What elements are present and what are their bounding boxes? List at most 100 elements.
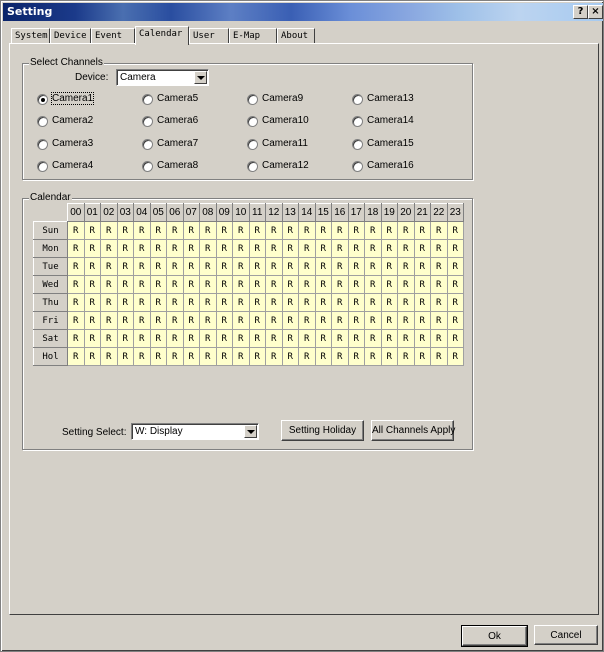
schedule-cell[interactable]: R: [149, 293, 167, 312]
schedule-cell[interactable]: R: [67, 329, 85, 348]
schedule-cell[interactable]: R: [83, 221, 101, 240]
schedule-cell[interactable]: R: [67, 257, 85, 276]
radio-label-camera15[interactable]: Camera15: [367, 138, 414, 149]
schedule-cell[interactable]: R: [430, 275, 448, 294]
schedule-cell[interactable]: R: [232, 275, 250, 294]
schedule-cell[interactable]: R: [331, 275, 349, 294]
schedule-cell[interactable]: R: [331, 221, 349, 240]
schedule-cell[interactable]: R: [199, 311, 217, 330]
schedule-cell[interactable]: R: [281, 311, 299, 330]
schedule-cell[interactable]: R: [199, 293, 217, 312]
schedule-cell[interactable]: R: [397, 311, 415, 330]
schedule-cell[interactable]: R: [314, 347, 332, 366]
schedule-cell[interactable]: R: [133, 293, 151, 312]
schedule-cell[interactable]: R: [182, 329, 200, 348]
hour-header[interactable]: 23: [446, 203, 464, 222]
schedule-cell[interactable]: R: [413, 257, 431, 276]
schedule-cell[interactable]: R: [298, 257, 316, 276]
radio-camera3[interactable]: [37, 139, 48, 150]
schedule-cell[interactable]: R: [298, 221, 316, 240]
schedule-cell[interactable]: R: [413, 221, 431, 240]
schedule-cell[interactable]: R: [215, 311, 233, 330]
schedule-cell[interactable]: R: [364, 347, 382, 366]
schedule-cell[interactable]: R: [83, 257, 101, 276]
radio-label-camera5[interactable]: Camera5: [157, 93, 198, 104]
schedule-cell[interactable]: R: [215, 257, 233, 276]
schedule-cell[interactable]: R: [364, 311, 382, 330]
schedule-cell[interactable]: R: [314, 257, 332, 276]
schedule-cell[interactable]: R: [100, 311, 118, 330]
day-header[interactable]: Mon: [33, 239, 68, 258]
schedule-cell[interactable]: R: [397, 347, 415, 366]
hour-header[interactable]: 03: [116, 203, 134, 222]
schedule-cell[interactable]: R: [380, 221, 398, 240]
hour-header[interactable]: 09: [215, 203, 233, 222]
schedule-cell[interactable]: R: [232, 221, 250, 240]
radio-camera4[interactable]: [37, 161, 48, 172]
schedule-cell[interactable]: R: [83, 347, 101, 366]
radio-label-camera1[interactable]: Camera1: [50, 92, 95, 105]
schedule-cell[interactable]: R: [199, 329, 217, 348]
schedule-cell[interactable]: R: [149, 239, 167, 258]
day-header[interactable]: Tue: [33, 257, 68, 276]
schedule-cell[interactable]: R: [166, 239, 184, 258]
schedule-cell[interactable]: R: [232, 347, 250, 366]
schedule-cell[interactable]: R: [116, 275, 134, 294]
schedule-cell[interactable]: R: [83, 275, 101, 294]
radio-label-camera10[interactable]: Camera10: [262, 115, 309, 126]
schedule-cell[interactable]: R: [314, 329, 332, 348]
schedule-cell[interactable]: R: [215, 221, 233, 240]
radio-camera16[interactable]: [352, 161, 363, 172]
schedule-cell[interactable]: R: [166, 257, 184, 276]
schedule-cell[interactable]: R: [199, 221, 217, 240]
schedule-cell[interactable]: R: [199, 257, 217, 276]
schedule-cell[interactable]: R: [248, 257, 266, 276]
schedule-cell[interactable]: R: [331, 293, 349, 312]
day-header[interactable]: Fri: [33, 311, 68, 330]
schedule-cell[interactable]: R: [100, 293, 118, 312]
schedule-cell[interactable]: R: [248, 347, 266, 366]
radio-label-camera13[interactable]: Camera13: [367, 93, 414, 104]
schedule-cell[interactable]: R: [166, 311, 184, 330]
schedule-cell[interactable]: R: [347, 239, 365, 258]
schedule-cell[interactable]: R: [446, 275, 464, 294]
radio-camera6[interactable]: [142, 116, 153, 127]
schedule-cell[interactable]: R: [380, 329, 398, 348]
schedule-cell[interactable]: R: [265, 347, 283, 366]
setting-select[interactable]: W: Display: [131, 423, 259, 440]
schedule-cell[interactable]: R: [446, 347, 464, 366]
hour-header[interactable]: 13: [281, 203, 299, 222]
schedule-cell[interactable]: R: [232, 329, 250, 348]
schedule-cell[interactable]: R: [380, 311, 398, 330]
schedule-cell[interactable]: R: [331, 329, 349, 348]
radio-camera5[interactable]: [142, 94, 153, 105]
schedule-cell[interactable]: R: [314, 293, 332, 312]
schedule-cell[interactable]: R: [380, 293, 398, 312]
hour-header[interactable]: 11: [248, 203, 266, 222]
radio-label-camera3[interactable]: Camera3: [52, 138, 93, 149]
schedule-cell[interactable]: R: [67, 293, 85, 312]
schedule-cell[interactable]: R: [166, 347, 184, 366]
schedule-cell[interactable]: R: [265, 275, 283, 294]
schedule-cell[interactable]: R: [215, 239, 233, 258]
schedule-cell[interactable]: R: [281, 293, 299, 312]
schedule-cell[interactable]: R: [199, 275, 217, 294]
schedule-cell[interactable]: R: [298, 293, 316, 312]
schedule-cell[interactable]: R: [182, 257, 200, 276]
schedule-cell[interactable]: R: [215, 347, 233, 366]
schedule-cell[interactable]: R: [331, 239, 349, 258]
schedule-cell[interactable]: R: [149, 347, 167, 366]
schedule-cell[interactable]: R: [298, 311, 316, 330]
schedule-cell[interactable]: R: [166, 275, 184, 294]
schedule-cell[interactable]: R: [446, 311, 464, 330]
tab-device[interactable]: Device: [50, 28, 91, 44]
day-header[interactable]: Wed: [33, 275, 68, 294]
schedule-cell[interactable]: R: [182, 347, 200, 366]
schedule-cell[interactable]: R: [364, 257, 382, 276]
schedule-cell[interactable]: R: [67, 221, 85, 240]
schedule-cell[interactable]: R: [364, 275, 382, 294]
radio-label-camera16[interactable]: Camera16: [367, 160, 414, 171]
radio-camera7[interactable]: [142, 139, 153, 150]
schedule-cell[interactable]: R: [248, 293, 266, 312]
day-header[interactable]: Thu: [33, 293, 68, 312]
